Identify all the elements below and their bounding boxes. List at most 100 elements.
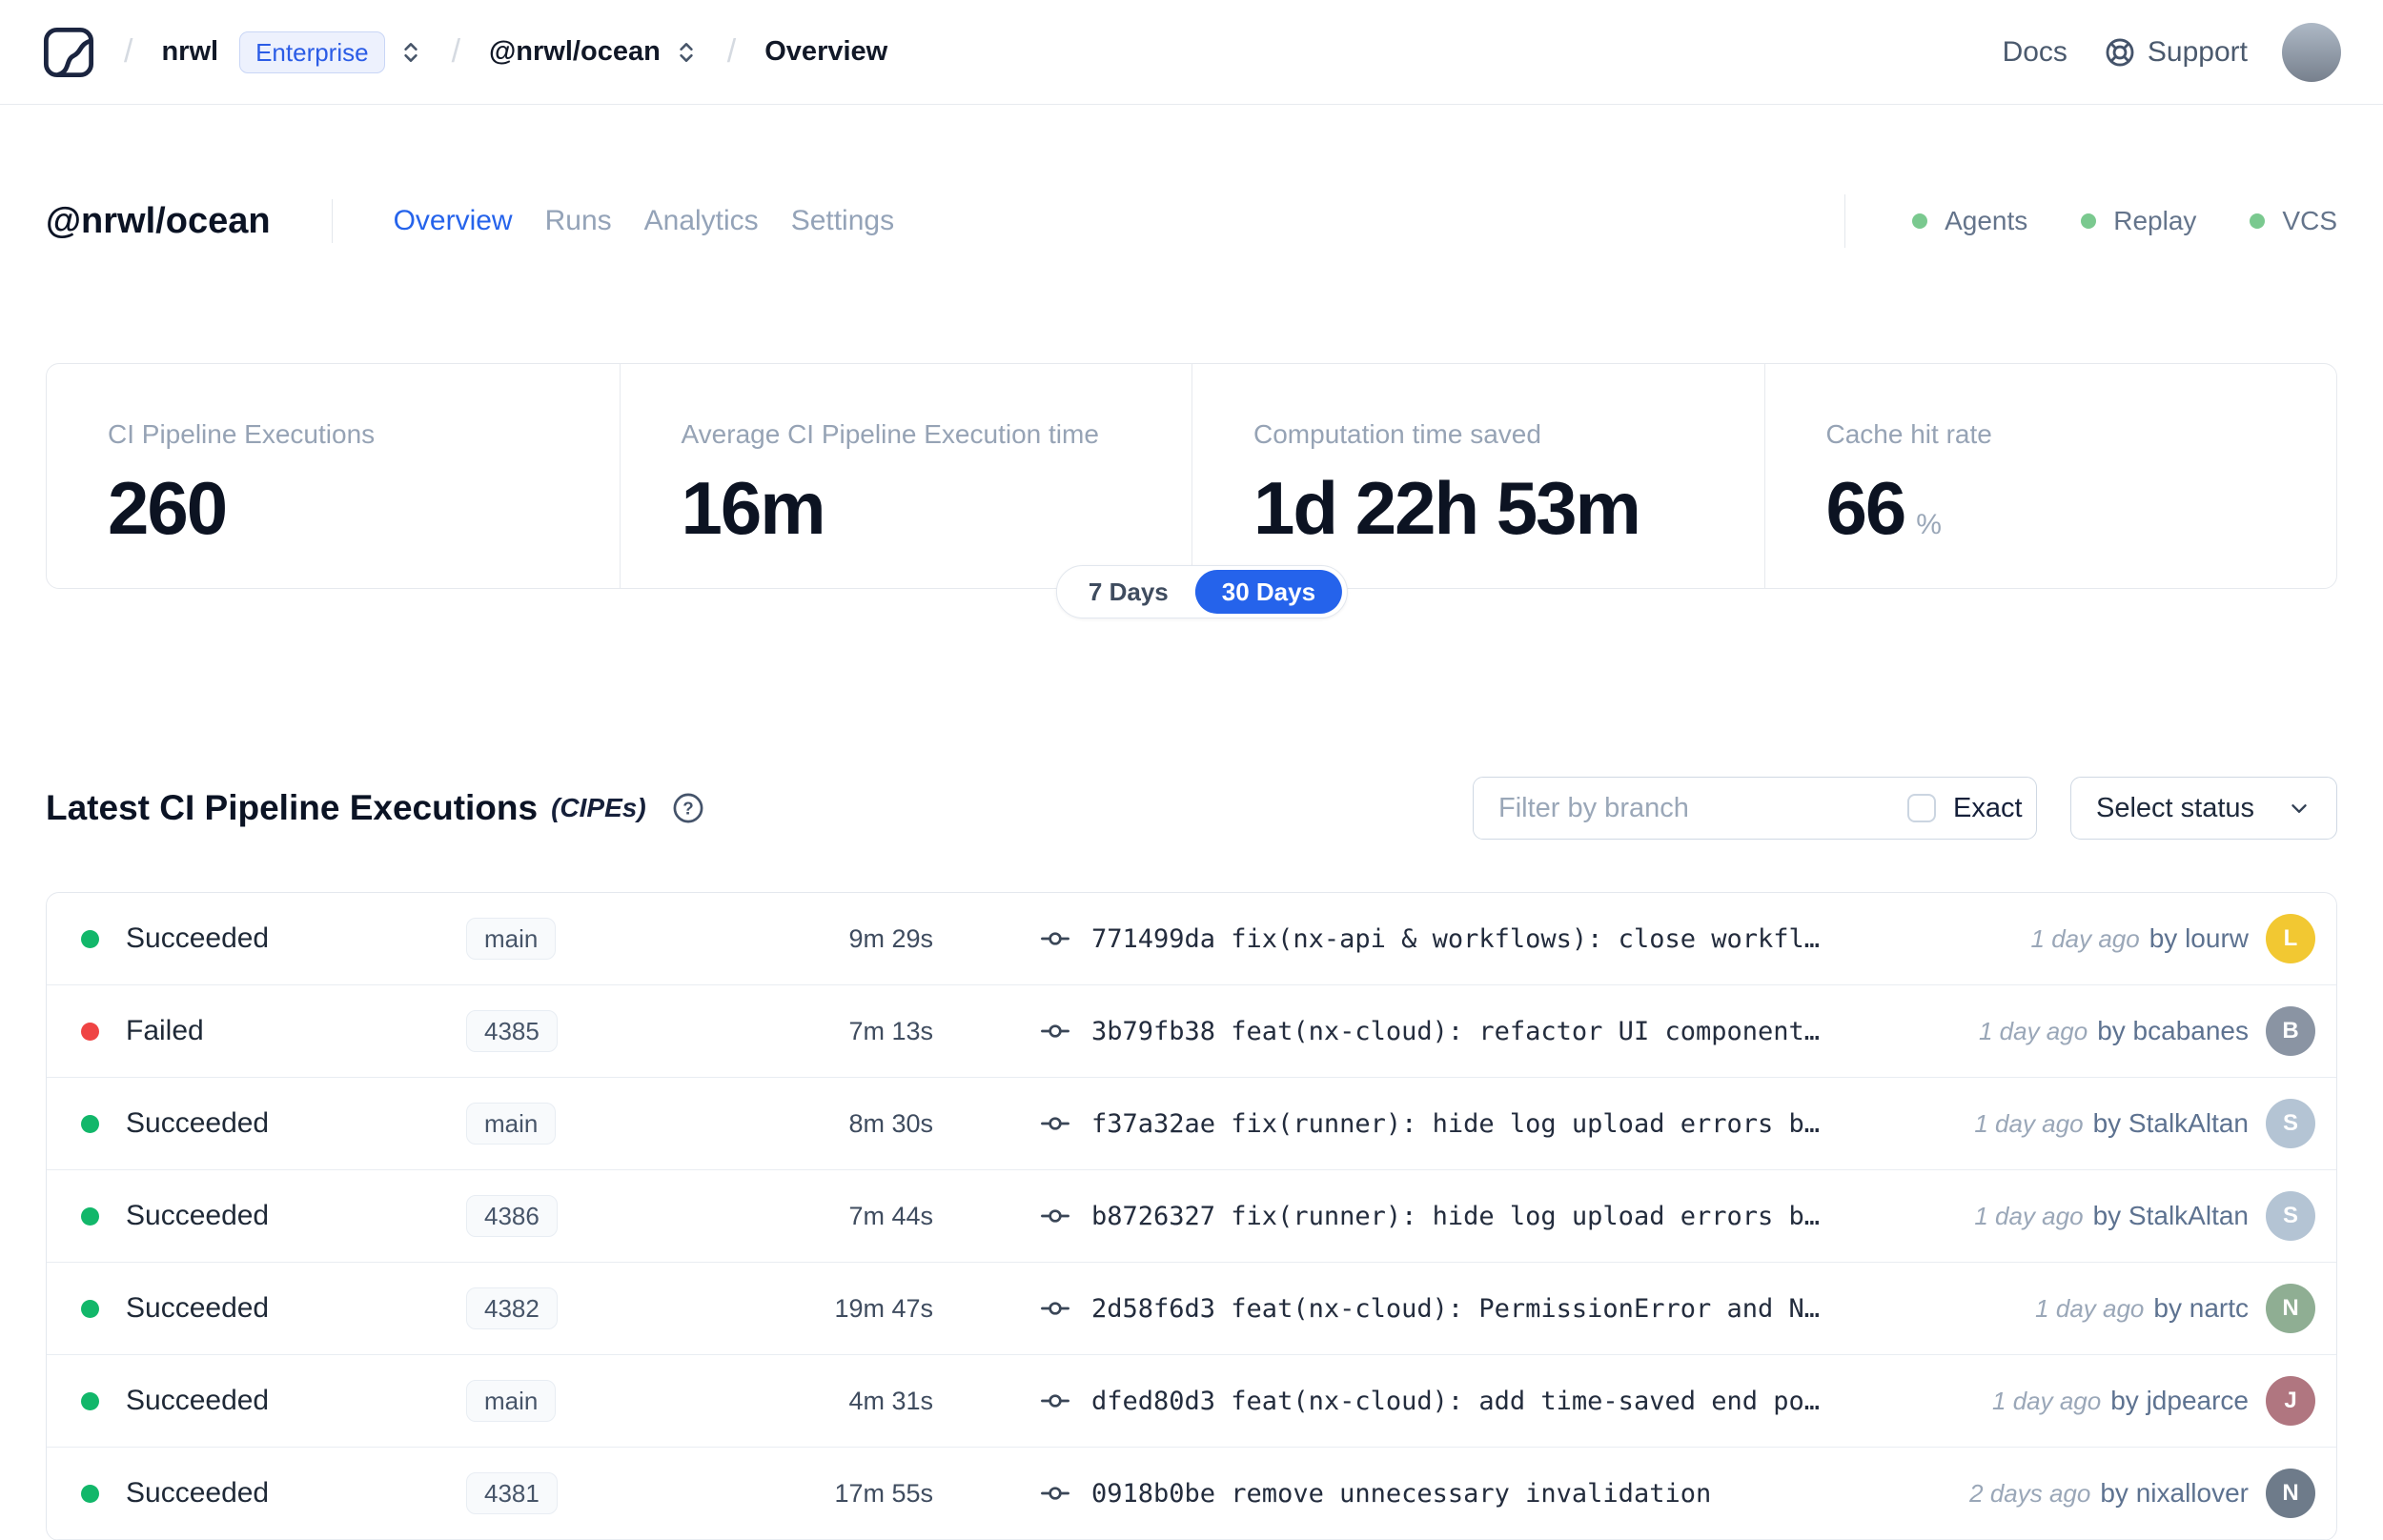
lifebuoy-icon xyxy=(2104,36,2136,69)
breadcrumb-page: Overview xyxy=(764,36,888,67)
section-title-suffix: (CIPEs) xyxy=(551,793,646,822)
commit-text: 3b79fb38 feat(nx-cloud): refactor UI com… xyxy=(1091,1016,1821,1046)
docs-link[interactable]: Docs xyxy=(2003,36,2067,69)
help-icon[interactable]: ? xyxy=(671,791,705,825)
branch-badge[interactable]: 4382 xyxy=(466,1287,558,1329)
branch-filter-group: Exact xyxy=(1473,777,2037,840)
breadcrumb-org[interactable]: nrwl xyxy=(161,36,218,68)
section-title: Latest CI Pipeline Executions xyxy=(46,788,539,827)
author-label: by bcabanes xyxy=(2097,1016,2249,1045)
branch-cell: 4385 xyxy=(466,1010,695,1052)
branch-cell: 4386 xyxy=(466,1195,695,1237)
duration: 8m 30s xyxy=(848,1108,933,1138)
author-avatar: N xyxy=(2266,1284,2315,1333)
status-dot xyxy=(81,1484,99,1503)
commit-text: dfed80d3 feat(nx-cloud): add time-saved … xyxy=(1091,1386,1821,1416)
chip-vcs[interactable]: VCS xyxy=(2250,206,2337,236)
time-ago: 1 day ago xyxy=(1978,1017,2088,1045)
git-commit-icon xyxy=(1040,1108,1070,1139)
chip-replay[interactable]: Replay xyxy=(2081,206,2196,236)
chip-agents[interactable]: Agents xyxy=(1912,206,2027,236)
support-link[interactable]: Support xyxy=(2104,36,2248,69)
cipe-row[interactable]: Succeeded 4381 17m 55s 0918b0be remove u… xyxy=(47,1448,2336,1540)
branch-cell: main xyxy=(466,1103,695,1145)
git-commit-icon xyxy=(1040,1478,1070,1509)
author-avatar: S xyxy=(2266,1191,2315,1241)
stat-cipe-count: CI Pipeline Executions 260 xyxy=(108,419,376,550)
author-avatar: N xyxy=(2266,1469,2315,1518)
toggle-7-days[interactable]: 7 Days xyxy=(1062,570,1195,614)
tab-overview[interactable]: Overview xyxy=(394,205,513,237)
tab-settings[interactable]: Settings xyxy=(791,205,894,237)
branch-cell: main xyxy=(466,1380,695,1422)
breadcrumb-workspace[interactable]: @nrwl/ocean xyxy=(489,36,661,68)
time-author-cell: 1 day ago by nartc xyxy=(2035,1293,2249,1324)
tab-analytics[interactable]: Analytics xyxy=(644,205,759,237)
branch-badge[interactable]: 4386 xyxy=(466,1195,558,1237)
time-ago: 1 day ago xyxy=(2030,924,2140,953)
status-label: Failed xyxy=(126,1015,204,1046)
cipe-row[interactable]: Succeeded 4386 7m 44s b8726327 fix(runne… xyxy=(47,1170,2336,1263)
status-cell: Succeeded xyxy=(81,1385,466,1417)
commit-cell[interactable]: dfed80d3 feat(nx-cloud): add time-saved … xyxy=(933,1386,1992,1416)
branch-badge[interactable]: main xyxy=(466,1380,557,1422)
author-label: by StalkAltan xyxy=(2092,1108,2249,1138)
author-label: by lourw xyxy=(2149,923,2249,953)
git-commit-icon xyxy=(1040,1016,1070,1046)
commit-cell[interactable]: 771499da fix(nx-api & workflows): close … xyxy=(933,923,2031,954)
git-commit-icon xyxy=(1040,1293,1070,1324)
commit-cell[interactable]: 3b79fb38 feat(nx-cloud): refactor UI com… xyxy=(933,1016,1979,1046)
time-author-cell: 1 day ago by lourw xyxy=(2031,923,2249,954)
status-label: Succeeded xyxy=(126,1292,270,1324)
cipe-row[interactable]: Succeeded main 9m 29s 771499da fix(nx-ap… xyxy=(47,893,2336,985)
toggle-30-days[interactable]: 30 Days xyxy=(1194,570,1343,614)
status-dot xyxy=(1912,213,1928,229)
breadcrumb-separator: / xyxy=(124,33,133,70)
branch-badge[interactable]: main xyxy=(466,1103,557,1145)
cipe-table: Succeeded main 9m 29s 771499da fix(nx-ap… xyxy=(46,892,2337,1540)
commit-cell[interactable]: b8726327 fix(runner): hide log upload er… xyxy=(933,1201,1974,1231)
exact-checkbox[interactable] xyxy=(1907,794,1936,822)
tab-runs[interactable]: Runs xyxy=(545,205,612,237)
time-author-cell: 1 day ago by StalkAltan xyxy=(1974,1108,2249,1139)
duration: 9m 29s xyxy=(848,923,933,953)
nx-cloud-logo[interactable] xyxy=(42,26,95,79)
branch-badge[interactable]: 4385 xyxy=(466,1010,558,1052)
cipe-row[interactable]: Succeeded main 4m 31s dfed80d3 feat(nx-c… xyxy=(47,1355,2336,1448)
cipe-row[interactable]: Succeeded 4382 19m 47s 2d58f6d3 feat(nx-… xyxy=(47,1263,2336,1355)
status-cell: Succeeded xyxy=(81,1200,466,1232)
status-select[interactable]: Select status xyxy=(2070,777,2337,840)
stat-avg-time: Average CI Pipeline Execution time 16m xyxy=(619,364,1192,588)
time-author-cell: 1 day ago by jdpearce xyxy=(1992,1386,2249,1416)
status-dot xyxy=(2081,213,2097,229)
duration: 4m 31s xyxy=(848,1386,933,1415)
cipe-row[interactable]: Failed 4385 7m 13s 3b79fb38 feat(nx-clou… xyxy=(47,985,2336,1078)
time-ago: 2 days ago xyxy=(1969,1479,2091,1508)
stat-time-saved: Computation time saved 1d 22h 53m xyxy=(1192,364,1764,588)
branch-badge[interactable]: main xyxy=(466,918,557,960)
date-range-toggle: 7 Days 30 Days xyxy=(1055,565,1349,618)
time-author-cell: 1 day ago by bcabanes xyxy=(1979,1016,2249,1046)
commit-cell[interactable]: 2d58f6d3 feat(nx-cloud): PermissionError… xyxy=(933,1293,2035,1324)
divider xyxy=(1844,194,1846,248)
workspace-switcher-icon[interactable] xyxy=(674,40,699,65)
author-avatar: J xyxy=(2266,1376,2315,1426)
author-avatar: B xyxy=(2266,1006,2315,1056)
user-avatar[interactable] xyxy=(2282,22,2341,82)
branch-badge[interactable]: 4381 xyxy=(466,1472,558,1514)
status-dot xyxy=(2250,213,2266,229)
stats-panel: CI Pipeline Executions 260 Average CI Pi… xyxy=(46,363,2337,618)
git-commit-icon xyxy=(1040,923,1070,954)
commit-cell[interactable]: 0918b0be remove unnecessary invalidation xyxy=(933,1478,1969,1509)
commit-text: 771499da fix(nx-api & workflows): close … xyxy=(1091,923,1821,954)
cipe-row[interactable]: Succeeded main 8m 30s f37a32ae fix(runne… xyxy=(47,1078,2336,1170)
commit-text: 0918b0be remove unnecessary invalidation xyxy=(1091,1478,1712,1509)
status-label: Succeeded xyxy=(126,1385,270,1416)
cipe-section-header: Latest CI Pipeline Executions (CIPEs) ? … xyxy=(46,777,2337,840)
org-switcher-icon[interactable] xyxy=(398,40,423,65)
branch-filter-input[interactable] xyxy=(1474,778,1883,839)
commit-cell[interactable]: f37a32ae fix(runner): hide log upload er… xyxy=(933,1108,1974,1139)
commit-text: b8726327 fix(runner): hide log upload er… xyxy=(1091,1201,1821,1231)
feature-status-chips: Agents Replay VCS xyxy=(1844,194,2337,248)
time-author-cell: 1 day ago by StalkAltan xyxy=(1974,1201,2249,1231)
